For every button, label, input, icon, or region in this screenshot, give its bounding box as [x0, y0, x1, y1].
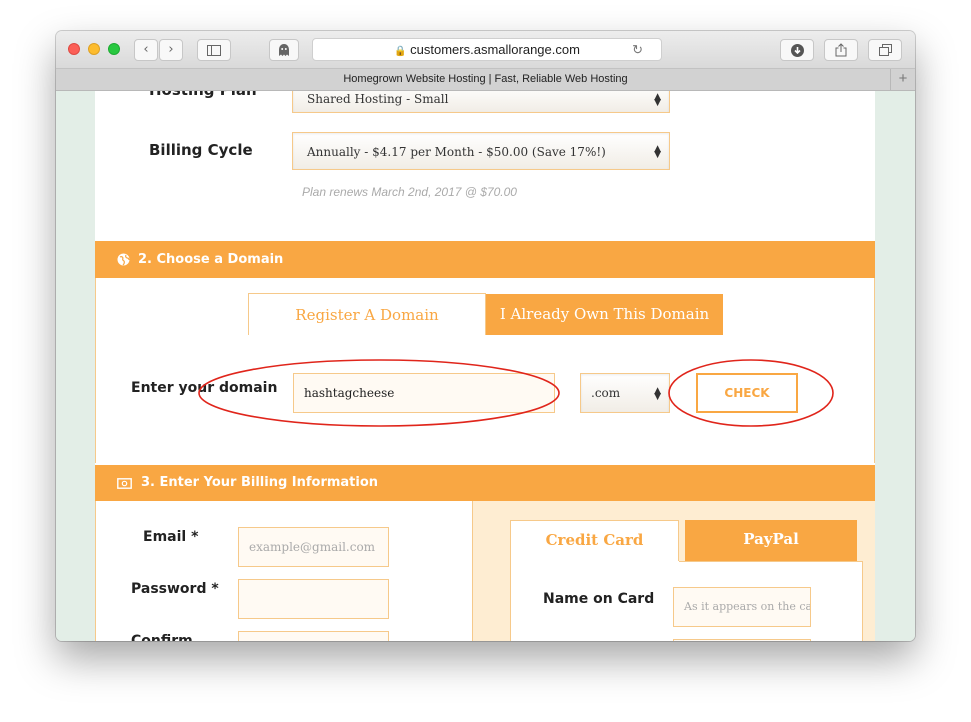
email-input[interactable]: example@gmail.com — [238, 527, 389, 567]
tab-paypal-label: PayPal — [743, 530, 799, 548]
confirm-password-label: Confirm — [131, 633, 193, 641]
minimize-window-button[interactable] — [88, 43, 100, 55]
globe-icon — [117, 253, 130, 266]
zoom-window-button[interactable] — [108, 43, 120, 55]
close-window-button[interactable] — [68, 43, 80, 55]
annotation-overlay — [198, 359, 834, 427]
billing-info-title: 3. Enter Your Billing Information — [141, 475, 379, 490]
share-button[interactable] — [824, 39, 858, 61]
back-button[interactable]: ‹ — [134, 39, 158, 61]
email-label: Email * — [143, 529, 199, 545]
tab-own-domain-label: I Already Own This Domain — [499, 305, 710, 323]
address-bar[interactable]: 🔒 customers.asmallorange.com ↻ — [312, 38, 662, 61]
new-tab-button[interactable]: + — [890, 69, 915, 90]
download-icon — [790, 44, 804, 57]
plan-renew-note: Plan renews March 2nd, 2017 @ $70.00 — [302, 185, 517, 199]
domain-annotation-ellipse — [198, 359, 560, 427]
tab-bar: Homegrown Website Hosting | Fast, Reliab… — [56, 69, 915, 91]
chevron-left-icon: ‹ — [143, 42, 149, 57]
email-placeholder: example@gmail.com — [249, 540, 376, 554]
name-on-card-label: Name on Card — [543, 591, 655, 607]
check-annotation-ellipse — [668, 359, 834, 427]
browser-toolbar: ‹ › 🔒 customers.asmallorange.com ↻ — [56, 31, 915, 69]
lock-icon: 🔒 — [394, 46, 407, 57]
tabs-overview-button[interactable] — [868, 39, 902, 61]
choose-domain-header: 2. Choose a Domain — [95, 241, 875, 278]
select-arrows-icon: ▲ ▼ — [654, 92, 661, 108]
billing-cycle-value: Annually - $4.17 per Month - $50.00 (Sav… — [307, 145, 606, 159]
billing-info-header: 3. Enter Your Billing Information — [95, 465, 875, 501]
tab-register-domain-label: Register A Domain — [295, 306, 439, 324]
name-on-card-placeholder: As it appears on the card — [684, 600, 811, 613]
page-viewport: Hosting Plan Shared Hosting - Small ▲▼ B… — [56, 91, 915, 641]
password-input[interactable] — [238, 579, 389, 619]
choose-domain-title: 2. Choose a Domain — [138, 252, 284, 267]
chevron-right-icon: › — [168, 42, 174, 57]
ghostery-extension-button[interactable] — [269, 39, 299, 61]
hosting-plan-select[interactable]: Shared Hosting - Small ▲ ▼ — [292, 91, 670, 113]
name-on-card-input[interactable]: As it appears on the card — [673, 587, 811, 627]
reload-icon[interactable]: ↻ — [632, 39, 643, 60]
select-arrows-icon: ▲ ▼ — [654, 144, 661, 160]
sidebar-button[interactable] — [197, 39, 231, 61]
sidebar-icon — [207, 45, 221, 56]
tab-own-domain[interactable]: I Already Own This Domain — [486, 294, 723, 335]
hosting-plan-value: Shared Hosting - Small — [307, 92, 449, 106]
ghost-icon — [279, 44, 289, 56]
tab-register-domain[interactable]: Register A Domain — [248, 293, 486, 335]
share-icon — [835, 43, 847, 57]
url-text: customers.asmallorange.com — [410, 42, 580, 57]
order-form: Hosting Plan Shared Hosting - Small ▲▼ B… — [95, 91, 875, 641]
tab-paypal[interactable]: PayPal — [685, 520, 857, 561]
tabs-icon — [878, 44, 892, 56]
forward-button[interactable]: › — [159, 39, 183, 61]
tab-credit-card-label: Credit Card — [545, 531, 644, 549]
account-column — [95, 501, 472, 641]
money-icon — [117, 478, 132, 489]
confirm-password-input[interactable] — [238, 631, 389, 641]
billing-cycle-select[interactable]: Annually - $4.17 per Month - $50.00 (Sav… — [292, 132, 670, 170]
browser-window: ‹ › 🔒 customers.asmallorange.com ↻ Homeg… — [56, 31, 915, 641]
downloads-button[interactable] — [780, 39, 814, 61]
billing-cycle-label: Billing Cycle — [149, 141, 253, 159]
password-label: Password * — [131, 581, 219, 597]
card-number-input[interactable] — [673, 639, 811, 641]
tab-credit-card[interactable]: Credit Card — [510, 520, 679, 562]
tab-title[interactable]: Homegrown Website Hosting | Fast, Reliab… — [343, 73, 627, 85]
card-panel-top-border — [679, 561, 863, 562]
hosting-plan-label: Hosting Plan — [149, 91, 257, 99]
